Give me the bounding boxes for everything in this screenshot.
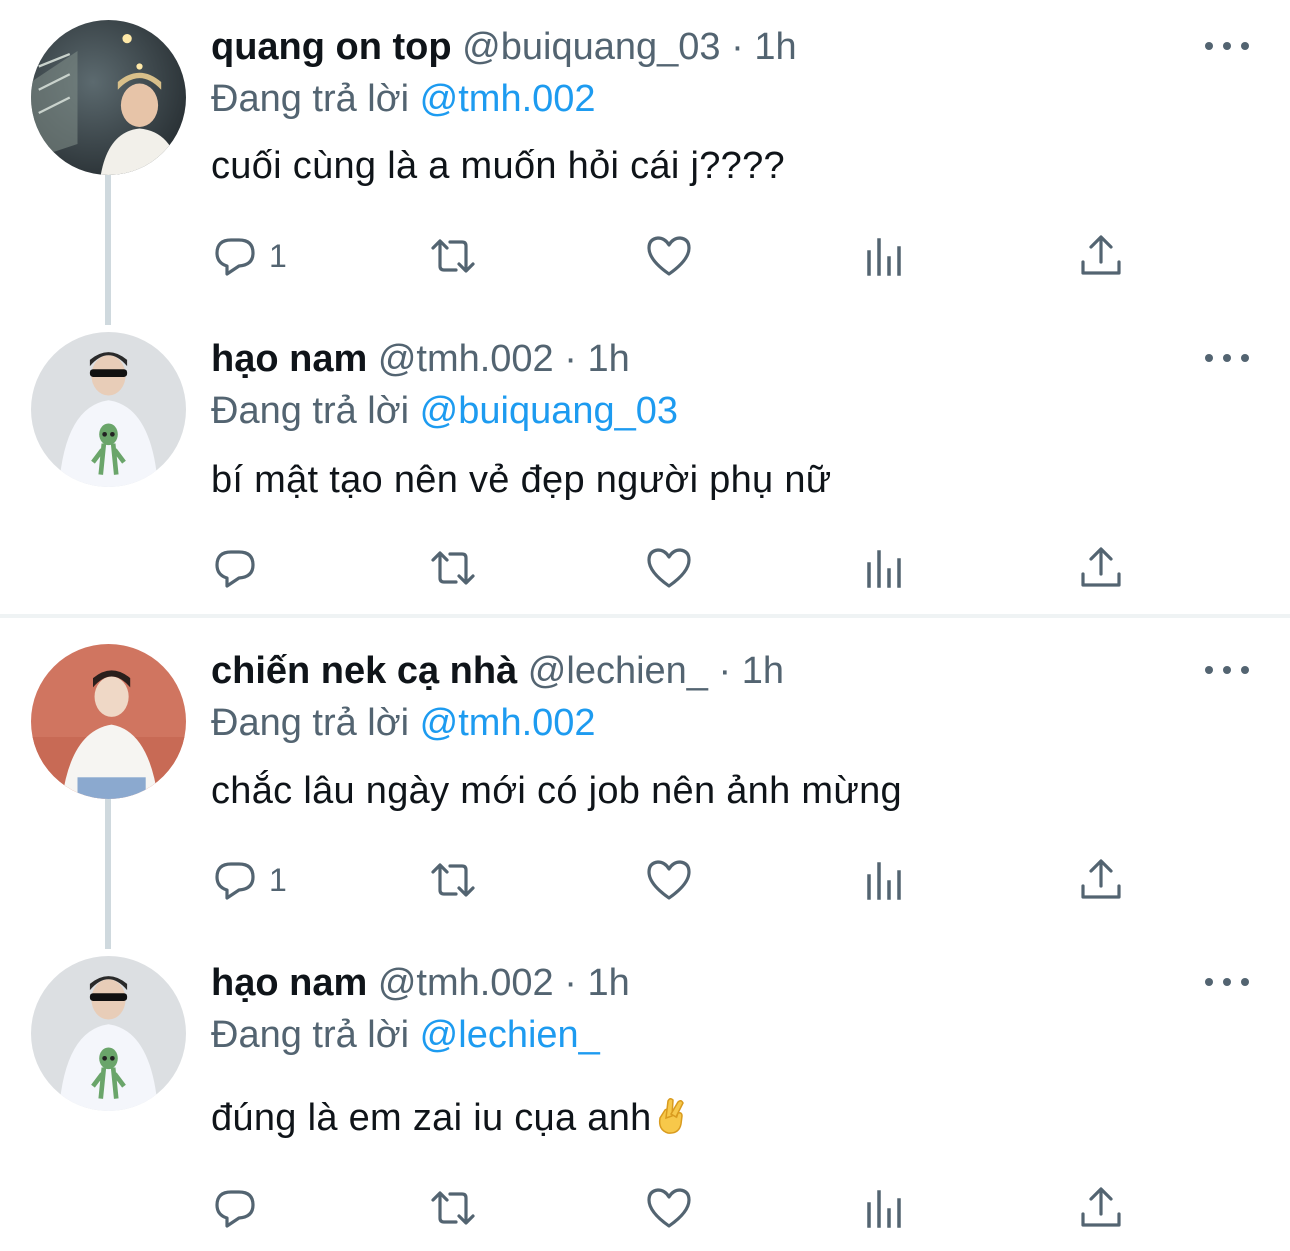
- display-name[interactable]: hạo nam: [211, 962, 367, 1004]
- views-button[interactable]: [863, 544, 911, 592]
- reply-button[interactable]: 1: [211, 232, 287, 280]
- retweet-button[interactable]: [429, 232, 477, 280]
- tweet-text: đúng là em zai iu cụa anh: [211, 1094, 688, 1142]
- replying-to-label: Đang trả lời: [211, 1014, 410, 1056]
- replying-to: Đang trả lời @tmh.002: [211, 700, 596, 746]
- replying-to: Đang trả lời @buiquang_03: [211, 388, 678, 434]
- timestamp[interactable]: 1h: [587, 962, 629, 1004]
- retweet-button[interactable]: [429, 544, 477, 592]
- tweet-text: cuối cùng là a muốn hỏi cái j????: [211, 145, 785, 187]
- share-icon: [1081, 859, 1121, 899]
- like-icon: [647, 1188, 691, 1228]
- like-button[interactable]: [645, 232, 693, 280]
- views-icon: [867, 1190, 901, 1228]
- like-button[interactable]: [645, 544, 693, 592]
- mention-link[interactable]: @tmh.002: [420, 78, 596, 120]
- separator: ·: [564, 962, 577, 1004]
- reply-icon: [215, 862, 255, 900]
- replying-to: Đang trả lời @tmh.002: [211, 76, 596, 122]
- views-button[interactable]: [863, 232, 911, 280]
- reply-count: 1: [269, 237, 287, 274]
- tweet[interactable]: hạo nam @tmh.002 · 1h Đang trả lời @lech…: [0, 936, 1290, 1251]
- views-icon: [867, 550, 901, 588]
- replying-to: Đang trả lời @lechien_: [211, 1012, 600, 1058]
- thread-line: [105, 175, 111, 325]
- mention-link[interactable]: @lechien_: [420, 1014, 600, 1056]
- reply-button[interactable]: [211, 544, 269, 592]
- tweet-text: chắc lâu ngày mới có job nên ảnh mừng: [211, 770, 902, 812]
- thread-divider: [0, 614, 1290, 618]
- thread-line: [105, 799, 111, 949]
- retweet-icon: [431, 1191, 475, 1225]
- tweet-text: bí mật tạo nên vẻ đẹp người phụ nữ: [211, 459, 832, 501]
- display-name[interactable]: quang on top: [211, 26, 452, 68]
- action-bar: 1: [211, 856, 1131, 904]
- share-button[interactable]: [1077, 232, 1125, 280]
- mention-link[interactable]: @buiquang_03: [420, 390, 678, 432]
- separator: ·: [718, 650, 732, 692]
- avatar[interactable]: [31, 956, 186, 1111]
- user-handle[interactable]: @buiquang_03: [462, 26, 720, 68]
- reply-icon: [215, 1190, 255, 1228]
- views-icon: [867, 862, 901, 900]
- tweet-text-content: đúng là em zai iu cụa anh: [211, 1097, 652, 1139]
- reply-icon: [215, 238, 255, 276]
- retweet-button[interactable]: [429, 856, 477, 904]
- retweet-button[interactable]: [429, 1184, 477, 1232]
- share-button[interactable]: [1077, 1184, 1125, 1232]
- like-icon: [647, 236, 691, 276]
- reply-button[interactable]: [211, 1184, 269, 1232]
- more-icon[interactable]: [1205, 972, 1249, 992]
- reply-count: 1: [269, 861, 287, 898]
- retweet-icon: [431, 239, 475, 273]
- display-name[interactable]: hạo nam: [211, 338, 367, 380]
- avatar[interactable]: [31, 20, 186, 175]
- replying-to-label: Đang trả lời: [211, 702, 410, 744]
- avatar[interactable]: [31, 644, 186, 799]
- separator: ·: [564, 338, 577, 380]
- display-name[interactable]: chiến nek cạ nhà: [211, 650, 517, 692]
- timestamp[interactable]: 1h: [742, 650, 784, 692]
- user-handle[interactable]: @lechien_: [528, 650, 708, 692]
- timestamp[interactable]: 1h: [754, 26, 796, 68]
- tweet-header: chiến nek cạ nhà @lechien_ · 1h: [211, 648, 784, 694]
- like-icon: [647, 548, 691, 588]
- tweet-header: hạo nam @tmh.002 · 1h: [211, 960, 630, 1006]
- share-button[interactable]: [1077, 856, 1125, 904]
- tweet-header: quang on top @buiquang_03 · 1h: [211, 24, 797, 70]
- share-button[interactable]: [1077, 544, 1125, 592]
- tweet[interactable]: chiến nek cạ nhà @lechien_ · 1h Đang trả…: [0, 624, 1290, 949]
- share-icon: [1081, 1187, 1121, 1227]
- views-button[interactable]: [863, 856, 911, 904]
- reply-button[interactable]: 1: [211, 856, 287, 904]
- mention-link[interactable]: @tmh.002: [420, 702, 596, 744]
- user-handle[interactable]: @tmh.002: [378, 338, 554, 380]
- more-icon[interactable]: [1205, 660, 1249, 680]
- separator: ·: [731, 26, 744, 68]
- tweet[interactable]: hạo nam @tmh.002 · 1h Đang trả lời @buiq…: [0, 312, 1290, 614]
- timestamp[interactable]: 1h: [587, 338, 629, 380]
- user-handle[interactable]: @tmh.002: [378, 962, 554, 1004]
- action-bar: 1: [211, 232, 1131, 280]
- share-icon: [1081, 235, 1121, 275]
- tweet-header: hạo nam @tmh.002 · 1h: [211, 336, 630, 382]
- like-button[interactable]: [645, 1184, 693, 1232]
- avatar[interactable]: [31, 332, 186, 487]
- like-icon: [647, 860, 691, 900]
- retweet-icon: [431, 863, 475, 897]
- replying-to-label: Đang trả lời: [211, 390, 410, 432]
- like-button[interactable]: [645, 856, 693, 904]
- crossed-fingers-icon: [658, 1097, 684, 1134]
- more-icon[interactable]: [1205, 348, 1249, 368]
- views-button[interactable]: [863, 1184, 911, 1232]
- action-bar: [211, 544, 1131, 592]
- more-icon[interactable]: [1205, 36, 1249, 56]
- views-icon: [867, 238, 901, 276]
- replying-to-label: Đang trả lời: [211, 78, 410, 120]
- retweet-icon: [431, 551, 475, 585]
- share-icon: [1081, 547, 1121, 587]
- tweet[interactable]: quang on top @buiquang_03 · 1h Đang trả …: [0, 0, 1290, 325]
- action-bar: [211, 1184, 1131, 1232]
- reply-icon: [215, 550, 255, 588]
